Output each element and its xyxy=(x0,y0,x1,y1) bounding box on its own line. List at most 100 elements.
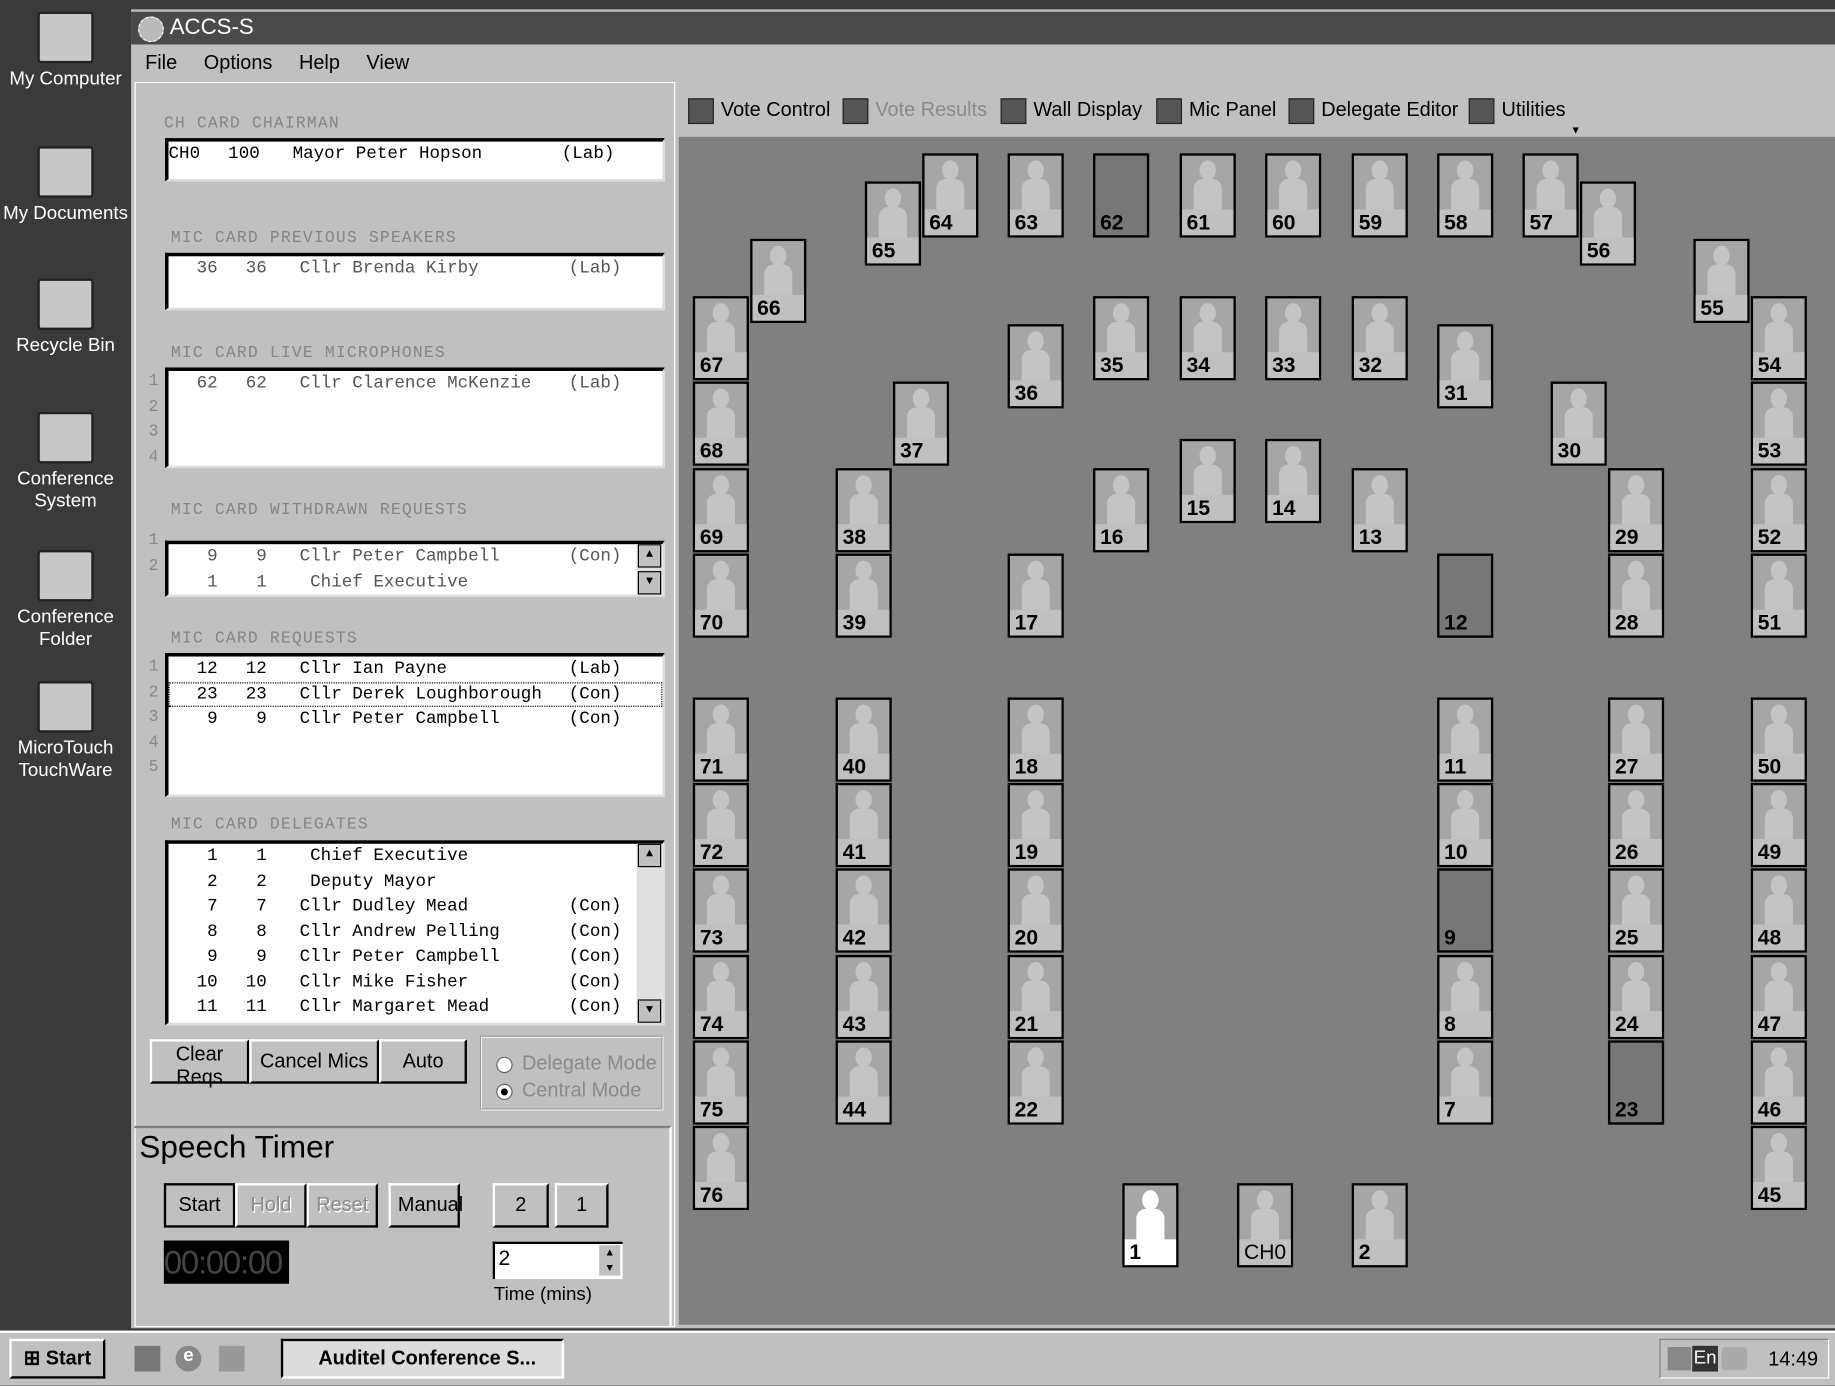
seat-62[interactable]: 62 xyxy=(1093,153,1149,237)
start-menu-button[interactable]: ⊞ Start xyxy=(9,1339,105,1379)
seat-64[interactable]: 64 xyxy=(922,153,978,237)
seat-36[interactable]: 36 xyxy=(1008,324,1064,408)
desktop-icon-my-documents[interactable]: My Documents xyxy=(2,146,128,224)
seat-73[interactable]: 73 xyxy=(693,868,749,952)
language-indicator[interactable]: En xyxy=(1692,1346,1718,1372)
scrollbar[interactable]: ▲ ▼ xyxy=(637,844,663,1023)
toolbar-wall-display[interactable]: Wall Display xyxy=(1001,96,1142,124)
seat-59[interactable]: 59 xyxy=(1352,153,1408,237)
list-row[interactable]: 11 11 Cllr Margaret Mead (Con) xyxy=(169,995,663,1020)
seat-65[interactable]: 65 xyxy=(865,181,921,265)
list-row[interactable]: 62 62 Cllr Clarence McKenzie (Lab) xyxy=(169,371,663,396)
seat-2[interactable]: 2 xyxy=(1352,1183,1408,1267)
seat-46[interactable]: 46 xyxy=(1751,1040,1807,1124)
withdrawn-requests-list[interactable]: 9 9 Cllr Peter Campbell (Con) 1 1 Chief Execu… xyxy=(165,541,665,597)
delegate-mode-radio[interactable]: Delegate Mode xyxy=(496,1052,657,1075)
toolbar-overflow-chevron-icon[interactable]: ▼ xyxy=(1571,124,1581,136)
live-microphones-list[interactable]: 62 62 Cllr Clarence McKenzie (Lab) xyxy=(165,367,665,468)
start-button[interactable]: Start xyxy=(164,1183,235,1227)
seat-69[interactable]: 69 xyxy=(693,468,749,552)
scheduler-icon[interactable] xyxy=(1668,1347,1691,1370)
seat-10[interactable]: 10 xyxy=(1437,783,1493,867)
seat-29[interactable]: 29 xyxy=(1608,468,1664,552)
scroll-up-arrow-icon[interactable]: ▲ xyxy=(638,844,661,867)
outlook-icon[interactable] xyxy=(219,1346,245,1372)
seat-70[interactable]: 70 xyxy=(693,554,749,638)
toolbar-utilities[interactable]: Utilities xyxy=(1469,96,1566,124)
list-row[interactable]: 2 2 Deputy Mayor xyxy=(169,869,663,894)
seat-50[interactable]: 50 xyxy=(1751,697,1807,781)
scroll-down-arrow-icon[interactable]: ▼ xyxy=(638,571,661,594)
seat-35[interactable]: 35 xyxy=(1093,296,1149,380)
seat-45[interactable]: 45 xyxy=(1751,1126,1807,1210)
seat-52[interactable]: 52 xyxy=(1751,468,1807,552)
seat-27[interactable]: 27 xyxy=(1608,697,1664,781)
auto-button[interactable]: Auto xyxy=(379,1039,467,1083)
list-row[interactable]: 1 1 Chief Executive xyxy=(169,844,663,869)
seat-19[interactable]: 19 xyxy=(1008,783,1064,867)
seat-9[interactable]: 9 xyxy=(1437,868,1493,952)
seat-43[interactable]: 43 xyxy=(836,955,892,1039)
seat-40[interactable]: 40 xyxy=(836,697,892,781)
seat-38[interactable]: 38 xyxy=(836,468,892,552)
seat-30[interactable]: 30 xyxy=(1551,382,1607,466)
seat-39[interactable]: 39 xyxy=(836,554,892,638)
seat-7[interactable]: 7 xyxy=(1437,1040,1493,1124)
list-row[interactable]: 10 10 Cllr Mike Fisher (Con) xyxy=(169,970,663,995)
seat-12[interactable]: 12 xyxy=(1437,554,1493,638)
seat-58[interactable]: 58 xyxy=(1437,153,1493,237)
seat-1[interactable]: 1 xyxy=(1122,1183,1178,1267)
clear-reqs-button[interactable]: Clear Reqs xyxy=(150,1039,249,1083)
seat-23[interactable]: 23 xyxy=(1608,1040,1664,1124)
preset-1-button[interactable]: 1 xyxy=(555,1183,609,1227)
seat-71[interactable]: 71 xyxy=(693,697,749,781)
toolbar-mic-panel[interactable]: Mic Panel xyxy=(1156,96,1276,124)
list-row[interactable]: 36 36 Cllr Brenda Kirby (Lab) xyxy=(169,256,663,281)
seat-11[interactable]: 11 xyxy=(1437,697,1493,781)
reset-button[interactable]: Reset xyxy=(307,1183,378,1227)
seat-33[interactable]: 33 xyxy=(1265,296,1321,380)
toolbar-vote-control[interactable]: Vote Control xyxy=(688,96,830,124)
seat-75[interactable]: 75 xyxy=(693,1040,749,1124)
seat-60[interactable]: 60 xyxy=(1265,153,1321,237)
hold-button[interactable]: Hold xyxy=(235,1183,306,1227)
seat-13[interactable]: 13 xyxy=(1352,468,1408,552)
seat-22[interactable]: 22 xyxy=(1008,1040,1064,1124)
list-row[interactable]: CH0 100 Mayor Peter Hopson (Lab) xyxy=(169,142,663,167)
seat-ch0[interactable]: CH0 xyxy=(1237,1183,1293,1267)
list-row[interactable]: 23 23 Cllr Derek Loughborough (Con) xyxy=(169,682,663,707)
menu-options[interactable]: Options xyxy=(204,51,273,73)
seat-31[interactable]: 31 xyxy=(1437,324,1493,408)
seat-61[interactable]: 61 xyxy=(1180,153,1236,237)
seat-49[interactable]: 49 xyxy=(1751,783,1807,867)
list-row[interactable]: 9 9 Cllr Peter Campbell (Con) xyxy=(169,944,663,969)
seat-72[interactable]: 72 xyxy=(693,783,749,867)
list-row[interactable]: 12 12 Cllr Ian Payne (Lab) xyxy=(169,657,663,682)
seat-41[interactable]: 41 xyxy=(836,783,892,867)
seat-37[interactable]: 37 xyxy=(893,382,949,466)
seat-57[interactable]: 57 xyxy=(1523,153,1579,237)
seat-76[interactable]: 76 xyxy=(693,1126,749,1210)
scrollbar[interactable]: ▲ ▼ xyxy=(637,544,663,594)
scroll-down-arrow-icon[interactable]: ▼ xyxy=(638,999,661,1022)
internet-explorer-icon[interactable]: e xyxy=(176,1346,202,1372)
toolbar-vote-results[interactable]: Vote Results xyxy=(843,96,987,124)
seat-14[interactable]: 14 xyxy=(1265,439,1321,523)
scroll-up-arrow-icon[interactable]: ▲ xyxy=(638,544,661,567)
desktop-icon-conference-system[interactable]: Conference System xyxy=(2,412,128,513)
seat-63[interactable]: 63 xyxy=(1008,153,1064,237)
seat-74[interactable]: 74 xyxy=(693,955,749,1039)
list-row[interactable]: 1 1 Chief Executive xyxy=(169,569,663,594)
previous-speakers-list[interactable]: 36 36 Cllr Brenda Kirby (Lab) xyxy=(165,253,665,310)
menu-file[interactable]: File xyxy=(145,51,177,73)
seat-68[interactable]: 68 xyxy=(693,382,749,466)
seat-16[interactable]: 16 xyxy=(1093,468,1149,552)
preset-2-button[interactable]: 2 xyxy=(493,1183,549,1227)
seat-66[interactable]: 66 xyxy=(750,239,806,323)
desktop-icon-microtouch[interactable]: MicroTouch TouchWare xyxy=(2,681,128,782)
ati-icon[interactable] xyxy=(1721,1347,1747,1370)
central-mode-radio[interactable]: Central Mode xyxy=(496,1079,641,1102)
title-bar[interactable]: ACCS-S xyxy=(131,12,1835,45)
seat-26[interactable]: 26 xyxy=(1608,783,1664,867)
seat-8[interactable]: 8 xyxy=(1437,955,1493,1039)
